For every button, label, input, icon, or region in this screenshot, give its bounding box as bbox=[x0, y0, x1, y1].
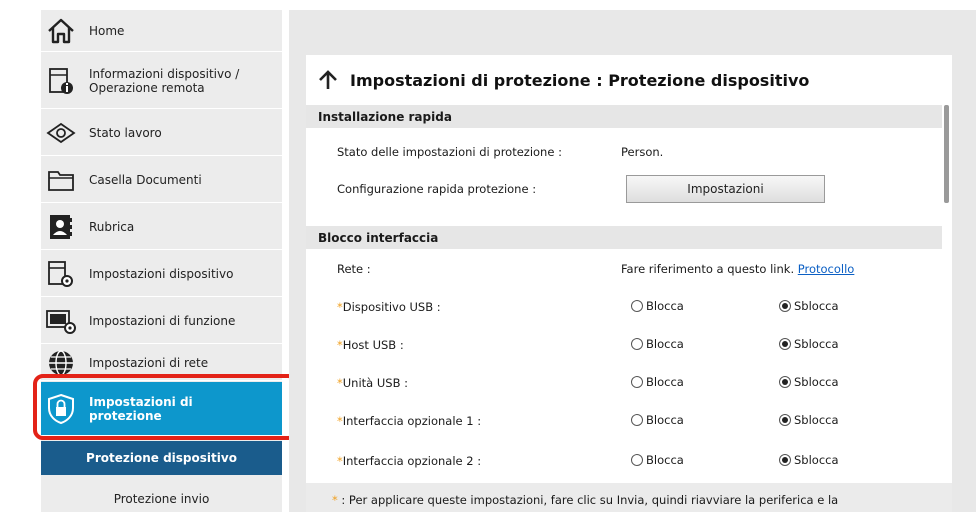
sidebar-item-home[interactable]: Home bbox=[41, 10, 282, 52]
interface-label: *Host USB : bbox=[337, 338, 404, 352]
quick-config-label: Configurazione rapida protezione : bbox=[337, 182, 537, 196]
sidebar-subitem-label: Protezione dispositivo bbox=[86, 451, 237, 465]
radio-unchecked-icon bbox=[631, 300, 643, 312]
radio-checked-icon bbox=[779, 300, 791, 312]
sidebar-item-label: Rubrica bbox=[89, 219, 135, 234]
sidebar-item-address-book[interactable]: Rubrica bbox=[41, 204, 282, 250]
footnote-text: : Per applicare queste impostazioni, far… bbox=[341, 493, 839, 507]
unlock-radio[interactable]: Sblocca bbox=[779, 337, 839, 351]
protocol-link[interactable]: Protocollo bbox=[798, 262, 855, 276]
network-reference: Fare riferimento a questo link. Protocol… bbox=[621, 262, 854, 276]
security-status-label: Stato delle impostazioni di protezione : bbox=[337, 145, 562, 159]
network-reference-text: Fare riferimento a questo link. bbox=[621, 262, 795, 276]
arrow-up-icon[interactable] bbox=[306, 69, 350, 91]
quick-config-row: Configurazione rapida protezione : bbox=[306, 179, 942, 199]
unlock-radio[interactable]: Sblocca bbox=[779, 413, 839, 427]
settings-button[interactable]: Impostazioni bbox=[626, 175, 825, 203]
security-status-value: Person. bbox=[621, 145, 664, 159]
page-title: Impostazioni di protezione : Protezione … bbox=[350, 70, 810, 90]
interface-label: *Interfaccia opzionale 2 : bbox=[337, 454, 482, 468]
footnote: * : Per applicare queste impostazioni, f… bbox=[306, 483, 952, 512]
interface-label: *Unità USB : bbox=[337, 376, 408, 390]
lock-radio[interactable]: Blocca bbox=[631, 337, 684, 351]
sidebar-item-document-box[interactable]: Casella Documenti bbox=[41, 157, 282, 203]
sidebar-subitem-device-protection[interactable]: Protezione dispositivo bbox=[41, 441, 282, 475]
interface-row-optional-1: *Interfaccia opzionale 1 : Blocca Sblocc… bbox=[306, 411, 942, 431]
device-info-icon bbox=[41, 66, 81, 96]
radio-checked-icon bbox=[779, 338, 791, 350]
interface-label: *Dispositivo USB : bbox=[337, 300, 441, 314]
sidebar-item-device-info[interactable]: Informazioni dispositivo / Operazione re… bbox=[41, 53, 282, 109]
unlock-radio[interactable]: Sblocca bbox=[779, 375, 839, 389]
title-row: Impostazioni di protezione : Protezione … bbox=[306, 55, 952, 105]
sidebar-item-device-settings[interactable]: Impostazioni dispositivo bbox=[41, 251, 282, 297]
radio-checked-icon bbox=[779, 414, 791, 426]
eye-icon bbox=[41, 122, 81, 144]
globe-icon bbox=[41, 349, 81, 377]
interface-label: *Interfaccia opzionale 1 : bbox=[337, 414, 482, 428]
sidebar-item-label: Stato lavoro bbox=[89, 125, 162, 140]
sidebar-item-label: Impostazioni di rete bbox=[89, 355, 209, 370]
sidebar-subitem-send-protection[interactable]: Protezione invio bbox=[41, 485, 282, 512]
radio-unchecked-icon bbox=[631, 414, 643, 426]
home-icon bbox=[41, 18, 81, 44]
highlight-frame bbox=[33, 374, 298, 440]
radio-checked-icon bbox=[779, 376, 791, 388]
sidebar-item-label: Informazioni dispositivo / Operazione re… bbox=[89, 66, 240, 95]
interface-row-usb-host: *Host USB : Blocca Sblocca bbox=[306, 335, 942, 355]
network-label: Rete : bbox=[337, 262, 371, 276]
lock-radio[interactable]: Blocca bbox=[631, 375, 684, 389]
function-settings-icon bbox=[41, 308, 81, 334]
radio-checked-icon bbox=[779, 454, 791, 466]
sidebar-item-label: Home bbox=[89, 23, 125, 38]
security-status-row: Stato delle impostazioni di protezione :… bbox=[306, 142, 942, 162]
device-settings-icon bbox=[41, 259, 81, 289]
sidebar-item-label: Casella Documenti bbox=[89, 172, 202, 187]
address-book-icon bbox=[41, 213, 81, 241]
section-quick-setup: Installazione rapida bbox=[306, 105, 942, 128]
sidebar-item-label: Impostazioni di funzione bbox=[89, 313, 236, 328]
lock-radio[interactable]: Blocca bbox=[631, 299, 684, 313]
network-row: Rete : Fare riferimento a questo link. P… bbox=[306, 259, 942, 279]
content-panel: Impostazioni di protezione : Protezione … bbox=[306, 55, 952, 512]
interface-row-usb-drive: *Unità USB : Blocca Sblocca bbox=[306, 373, 942, 393]
sidebar-item-label: Impostazioni dispositivo bbox=[89, 266, 234, 281]
folder-icon bbox=[41, 168, 81, 192]
radio-unchecked-icon bbox=[631, 376, 643, 388]
radio-unchecked-icon bbox=[631, 454, 643, 466]
lock-radio[interactable]: Blocca bbox=[631, 413, 684, 427]
lock-radio[interactable]: Blocca bbox=[631, 453, 684, 467]
unlock-radio[interactable]: Sblocca bbox=[779, 299, 839, 313]
unlock-radio[interactable]: Sblocca bbox=[779, 453, 839, 467]
interface-row-usb-device: *Dispositivo USB : Blocca Sblocca bbox=[306, 297, 942, 317]
sidebar-item-job-status[interactable]: Stato lavoro bbox=[41, 110, 282, 156]
sidebar-item-function-settings[interactable]: Impostazioni di funzione bbox=[41, 298, 282, 344]
section-interface-block: Blocco interfaccia bbox=[306, 226, 942, 249]
radio-unchecked-icon bbox=[631, 338, 643, 350]
sidebar-subitem-label: Protezione invio bbox=[113, 491, 210, 506]
scrollbar-thumb[interactable] bbox=[944, 105, 949, 203]
interface-row-optional-2: *Interfaccia opzionale 2 : Blocca Sblocc… bbox=[306, 451, 942, 471]
